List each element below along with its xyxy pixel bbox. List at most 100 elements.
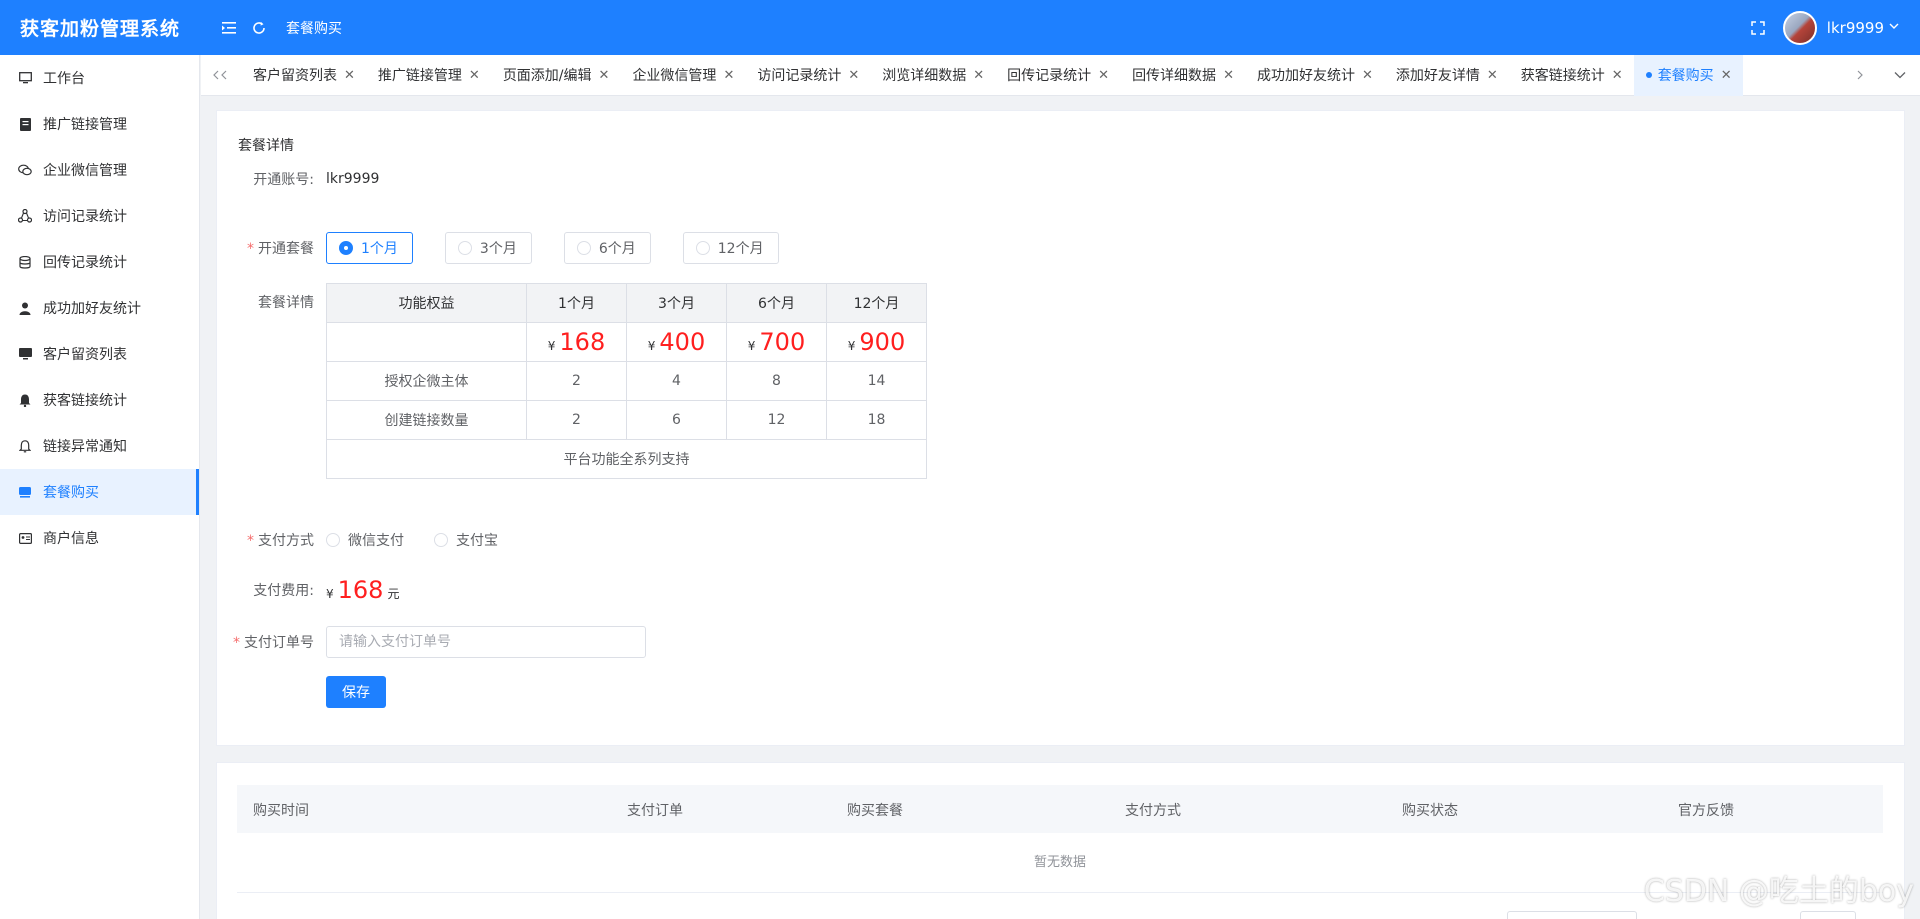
close-icon[interactable]: ✕: [723, 68, 734, 83]
close-icon[interactable]: ✕: [848, 68, 859, 83]
close-icon[interactable]: ✕: [1487, 68, 1498, 83]
sidebar-item-package-purchase[interactable]: 套餐购买: [0, 469, 199, 515]
bell-filled-icon: [18, 393, 32, 407]
order-label: * 支付订单号: [217, 632, 326, 652]
column-header: 支付订单: [627, 803, 683, 819]
sidebar-item-visit-stats[interactable]: 访问记录统计: [0, 193, 199, 239]
close-icon[interactable]: ✕: [599, 68, 610, 83]
close-icon[interactable]: ✕: [1223, 68, 1234, 83]
close-icon[interactable]: ✕: [1098, 68, 1109, 83]
sidebar-item-label: 工作台: [43, 71, 85, 87]
pay-method-radio-group: 微信支付 支付宝: [326, 530, 528, 550]
screen-icon: [18, 347, 32, 361]
close-icon[interactable]: ✕: [344, 68, 355, 83]
pay-method-label-text: 微信支付: [348, 533, 404, 549]
pay-method-wechat[interactable]: 微信支付: [326, 530, 404, 550]
currency-symbol: ¥: [547, 339, 556, 353]
close-icon[interactable]: ✕: [1362, 68, 1373, 83]
sidebar-item-label: 推广链接管理: [43, 117, 127, 133]
plan-option-1m[interactable]: 1个月: [326, 232, 413, 264]
tab-customer-leads[interactable]: 客户留资列表 ✕: [241, 55, 366, 96]
tab-label: 套餐购买: [1657, 68, 1714, 84]
close-icon[interactable]: ✕: [1612, 68, 1623, 83]
close-icon[interactable]: ✕: [973, 68, 984, 83]
sidebar-item-customer-leads[interactable]: 客户留资列表: [0, 331, 199, 377]
price-cell: ¥700: [726, 322, 827, 362]
account-row: 开通账号: lkr9999: [217, 163, 379, 195]
radio-icon: [576, 241, 591, 255]
plan-option-12m[interactable]: 12个月: [682, 232, 779, 264]
username[interactable]: lkr9999: [1827, 19, 1884, 37]
user-icon: [18, 301, 32, 315]
radio-icon: [457, 241, 472, 255]
tab-package-purchase[interactable]: 套餐购买 ✕: [1633, 54, 1743, 96]
price-value: 400: [659, 328, 706, 356]
plan-price-row: ¥168 ¥400 ¥700 ¥900: [326, 322, 927, 362]
fee-unit: 元: [387, 587, 400, 601]
avatar[interactable]: [1782, 10, 1817, 45]
tab-friend-stats[interactable]: 成功加好友统计 ✕: [1245, 55, 1384, 96]
plan-label-text: 开通套餐: [258, 241, 314, 257]
close-icon[interactable]: ✕: [469, 68, 480, 83]
sidebar-item-label: 获客链接统计: [43, 393, 127, 409]
tabs-list: 客户留资列表 ✕ 推广链接管理 ✕ 页面添加/编辑 ✕ 企业微信管理 ✕ 访问记录统计 ✕…: [241, 54, 1840, 96]
watermark: CSDN @吃土的boy: [1643, 874, 1914, 909]
tabs-dropdown-icon[interactable]: [1880, 55, 1920, 96]
pay-method-alipay[interactable]: 支付宝: [434, 530, 498, 550]
order-number-input[interactable]: [326, 626, 646, 658]
box-icon: [18, 485, 32, 499]
tabs-scroll-left-icon[interactable]: [201, 55, 241, 96]
sidebar-item-merchant-info[interactable]: 商户信息: [0, 515, 199, 561]
tab-wecom[interactable]: 企业微信管理 ✕: [620, 55, 745, 96]
fee-value: 168: [337, 576, 384, 604]
page-jump-input[interactable]: [1800, 911, 1856, 919]
close-icon[interactable]: ✕: [1721, 68, 1732, 83]
plan-option-label: 12个月: [717, 241, 764, 257]
sidebar-item-friend-stats[interactable]: 成功加好友统计: [0, 285, 199, 331]
breadcrumb: 套餐购买: [286, 20, 342, 37]
fullscreen-icon[interactable]: [1749, 19, 1767, 37]
price-value: 900: [859, 328, 906, 356]
tab-friend-detail[interactable]: 添加好友详情 ✕: [1384, 55, 1509, 96]
tab-callback-detail[interactable]: 回传详细数据 ✕: [1120, 55, 1245, 96]
tab-promo-links[interactable]: 推广链接管理 ✕: [366, 55, 491, 96]
tab-visit-stats[interactable]: 访问记录统计 ✕: [745, 55, 870, 96]
plan-option-6m[interactable]: 6个月: [563, 232, 651, 264]
pay-method-label-text: 支付宝: [456, 533, 498, 549]
plan-row: * 开通套餐 1个月 3个月 6个月 12个月: [217, 232, 811, 264]
sidebar-item-label: 访问记录统计: [43, 209, 127, 225]
tab-browse-detail[interactable]: 浏览详细数据 ✕: [870, 55, 995, 96]
plan-table: 功能权益 1个月 3个月 6个月 12个月 ¥168 ¥400 ¥700 ¥90…: [326, 283, 927, 479]
sidebar-item-wecom[interactable]: 企业微信管理: [0, 147, 199, 193]
sidebar-item-link-alerts[interactable]: 链接异常通知: [0, 423, 199, 469]
sidebar-item-workbench[interactable]: 工作台: [0, 55, 199, 101]
column-header: 官方反馈: [1678, 803, 1734, 819]
table-row: 授权企微主体 2 4 8 14: [326, 361, 927, 401]
sidebar-item-acquisition-stats[interactable]: 获客链接统计: [0, 377, 199, 423]
app-title: 获客加粉管理系统: [20, 18, 181, 40]
tab-label: 获客链接统计: [1520, 68, 1605, 84]
price-cell: ¥900: [826, 322, 927, 362]
price-cell: ¥400: [626, 322, 727, 362]
plan-option-label: 1个月: [361, 241, 398, 257]
tabs-bar: 客户留资列表 ✕ 推广链接管理 ✕ 页面添加/编辑 ✕ 企业微信管理 ✕ 访问记录统计 ✕…: [201, 54, 1920, 96]
plan-label: * 开通套餐: [217, 238, 326, 258]
tab-acquisition-stats[interactable]: 获客链接统计 ✕: [1509, 55, 1634, 96]
currency-symbol: ¥: [326, 587, 334, 601]
page-size-select[interactable]: [1507, 911, 1637, 919]
sidebar-item-promo-links[interactable]: 推广链接管理: [0, 101, 199, 147]
sidebar-item-label: 套餐购买: [43, 485, 99, 501]
section-title: 套餐详情: [238, 138, 294, 154]
refresh-icon[interactable]: [248, 17, 270, 39]
sidebar-item-callback-stats[interactable]: 回传记录统计: [0, 239, 199, 285]
plan-option-3m[interactable]: 3个月: [444, 232, 532, 264]
tabs-scroll-right-icon[interactable]: [1840, 55, 1880, 96]
plan-table-footer: 平台功能全系列支持: [326, 439, 927, 479]
tab-page-edit[interactable]: 页面添加/编辑 ✕: [491, 55, 621, 96]
chevron-down-icon[interactable]: [1888, 20, 1900, 36]
package-form-card: 套餐详情 开通账号: lkr9999 * 开通套餐 1个月 3个月 6个月 12个…: [216, 110, 1905, 746]
menu-fold-icon[interactable]: [218, 17, 240, 39]
tab-callback-stats[interactable]: 回传记录统计 ✕: [995, 55, 1120, 96]
save-button[interactable]: 保存: [326, 676, 386, 708]
active-dot-icon: [1645, 72, 1652, 78]
